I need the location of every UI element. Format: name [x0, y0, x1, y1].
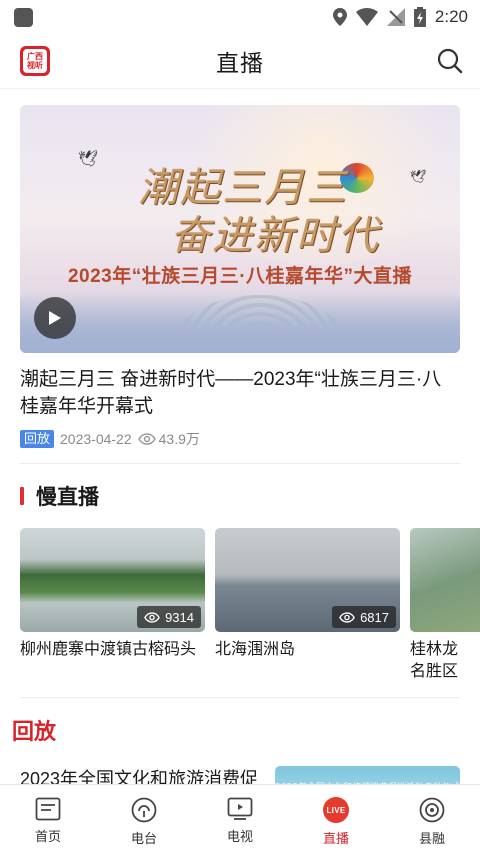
divider: [20, 697, 460, 698]
view-count: 9314: [165, 609, 194, 625]
eye-icon: [144, 611, 160, 623]
view-count-pill: 6817: [332, 606, 396, 628]
featured-view-count: 43.9万: [158, 431, 200, 447]
slow-live-header: 慢直播: [0, 482, 480, 510]
slow-live-title: 慢直播: [36, 486, 99, 509]
app-logo-mark: 广西 视听: [23, 49, 47, 73]
section-marker: [20, 487, 24, 505]
app-logo[interactable]: 广西 视听: [20, 46, 50, 76]
search-icon: [437, 48, 463, 74]
featured-thumbnail[interactable]: 🕊 🕊 潮起三月三 奋进新时代 2023年“壮族三月三·八桂嘉年华”大直播: [20, 105, 460, 353]
featured-title[interactable]: 潮起三月三 奋进新时代——2023年“壮族三月三·八桂嘉年华开幕式: [20, 366, 460, 420]
status-bar: 2:20: [0, 0, 480, 34]
app-header: 广西 视听 直播: [0, 34, 480, 88]
tab-label: 首页: [34, 829, 61, 844]
card-label: 桂林龙名胜区: [410, 641, 459, 680]
tab-label: 电台: [130, 831, 157, 846]
logo-text-top: 广西: [27, 52, 43, 61]
search-button[interactable]: [434, 45, 466, 77]
featured-views: 43.9万: [137, 429, 200, 449]
bird-icon: 🕊: [410, 169, 427, 184]
home-icon: [35, 797, 61, 821]
slow-live-card[interactable]: 9314 柳州鹿寨中渡镇古榕码头: [20, 528, 205, 683]
tab-live[interactable]: LIVE 直播: [288, 785, 384, 854]
card-thumbnail: 6817: [215, 528, 400, 632]
bottom-tab-bar: 首页 电台 电视 LIVE 直播 县融: [0, 784, 480, 854]
tab-radio[interactable]: 电台: [96, 785, 192, 854]
hero-image-title-2: 奋进新时代: [170, 213, 380, 259]
card-thumbnail: [410, 528, 480, 632]
view-count-pill: 9314: [137, 606, 201, 628]
card-label: 北海涠洲岛: [215, 641, 296, 658]
slow-live-card[interactable]: 6817 北海涠洲岛: [215, 528, 400, 683]
tab-label: 直播: [322, 831, 349, 846]
screen: 2:20 广西 视听 直播 🕊 🕊 潮起三月三 奋进新时代 2023年“壮族三月…: [0, 0, 480, 854]
tab-label: 县融: [418, 831, 445, 846]
featured-live: 🕊 🕊 潮起三月三 奋进新时代 2023年“壮族三月三·八桂嘉年华”大直播 潮起…: [0, 88, 480, 449]
card-label: 柳州鹿寨中渡镇古榕码头: [20, 641, 197, 658]
slow-live-card[interactable]: 桂林龙名胜区: [410, 528, 480, 683]
wifi-icon: [355, 8, 378, 26]
divider: [20, 463, 460, 464]
slow-live-carousel[interactable]: 9314 柳州鹿寨中渡镇古榕码头 6817 北海涠洲岛 桂林龙名胜区: [0, 528, 480, 683]
eye-icon: [137, 433, 156, 445]
hero-wave: [20, 293, 460, 353]
notification-icon: [14, 7, 33, 27]
featured-date: 2023-04-22: [60, 431, 132, 447]
county-icon: [419, 797, 445, 823]
hero-image-subtitle: 2023年“壮族三月三·八桂嘉年华”大直播: [67, 266, 413, 287]
play-button[interactable]: [34, 297, 76, 339]
card-thumbnail: 9314: [20, 528, 205, 632]
logo-text-bottom: 视听: [27, 61, 43, 70]
play-icon: [49, 311, 61, 325]
replay-badge: 回放: [20, 430, 55, 448]
bird-icon: 🕊: [78, 151, 99, 168]
replay-section-title: 回放: [12, 719, 57, 744]
battery-icon: [413, 7, 426, 27]
clock: 2:20: [434, 7, 468, 26]
tab-home[interactable]: 首页: [0, 785, 96, 854]
eye-icon: [339, 611, 355, 623]
location-icon: [332, 8, 347, 26]
tab-tv[interactable]: 电视: [192, 785, 288, 854]
tab-county[interactable]: 县融: [384, 785, 480, 854]
page-title: 直播: [216, 50, 264, 76]
radio-icon: [131, 797, 157, 823]
signal-icon: [386, 8, 405, 26]
tab-label: 电视: [226, 829, 253, 844]
status-icons: 2:20: [332, 7, 468, 27]
featured-meta: 回放 2023-04-22 43.9万: [20, 429, 460, 449]
tv-icon: [227, 797, 253, 820]
live-icon: LIVE: [323, 797, 349, 823]
view-count: 6817: [360, 609, 389, 625]
